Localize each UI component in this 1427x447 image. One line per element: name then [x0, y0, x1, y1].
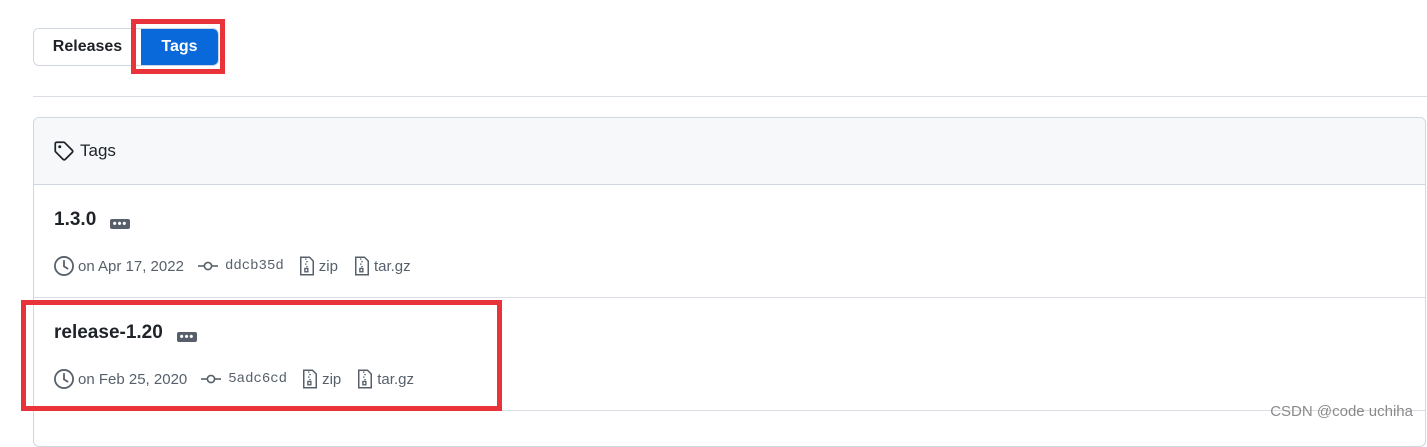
- watermark: CSDN @code uchiha: [1270, 403, 1413, 420]
- zip-download-link[interactable]: zip: [322, 371, 341, 388]
- file-zip-icon: [299, 256, 315, 276]
- commit-icon: [201, 372, 222, 386]
- divider: [33, 96, 1427, 97]
- tags-panel: Tags 1.3.0 ••• on Apr 17, 2022 ddcb35d z…: [33, 117, 1426, 447]
- tag-row: 1.3.0 ••• on Apr 17, 2022 ddcb35d zip ta…: [34, 185, 1425, 298]
- tag-meta: on Feb 25, 2020 5adc6cd zip tar.gz: [53, 368, 414, 390]
- tag-row: release-1.20 ••• on Feb 25, 2020 5adc6cd…: [34, 298, 1425, 411]
- file-zip-icon: [354, 256, 370, 276]
- commit-icon: [197, 259, 218, 273]
- more-options-button[interactable]: •••: [110, 218, 130, 230]
- tags-panel-title: Tags: [80, 141, 116, 160]
- tags-panel-header: Tags: [34, 118, 1425, 185]
- releases-tab[interactable]: Releases: [34, 29, 141, 65]
- ellipsis-icon: •••: [179, 331, 195, 343]
- tags-tab[interactable]: Tags: [141, 29, 218, 65]
- file-zip-icon: [357, 369, 373, 389]
- zip-download-link[interactable]: zip: [319, 258, 338, 275]
- commit-hash-link[interactable]: 5adc6cd: [228, 371, 287, 387]
- targz-download-link[interactable]: tar.gz: [377, 371, 414, 388]
- ellipsis-icon: •••: [112, 218, 128, 230]
- tag-date: on Feb 25, 2020: [78, 370, 188, 388]
- clock-icon: [53, 368, 75, 390]
- tag-icon: [54, 141, 74, 161]
- file-zip-icon: [302, 369, 318, 389]
- tag-meta: on Apr 17, 2022 ddcb35d zip tar.gz: [53, 255, 411, 277]
- tag-name-link[interactable]: 1.3.0: [54, 209, 96, 231]
- tag-date: on Apr 17, 2022: [78, 257, 184, 275]
- commit-hash-link[interactable]: ddcb35d: [225, 258, 284, 274]
- targz-download-link[interactable]: tar.gz: [374, 258, 411, 275]
- tag-name-link[interactable]: release-1.20: [54, 322, 163, 344]
- more-options-button[interactable]: •••: [177, 331, 197, 343]
- clock-icon: [53, 255, 75, 277]
- releases-tags-toggle: Releases Tags: [33, 28, 219, 66]
